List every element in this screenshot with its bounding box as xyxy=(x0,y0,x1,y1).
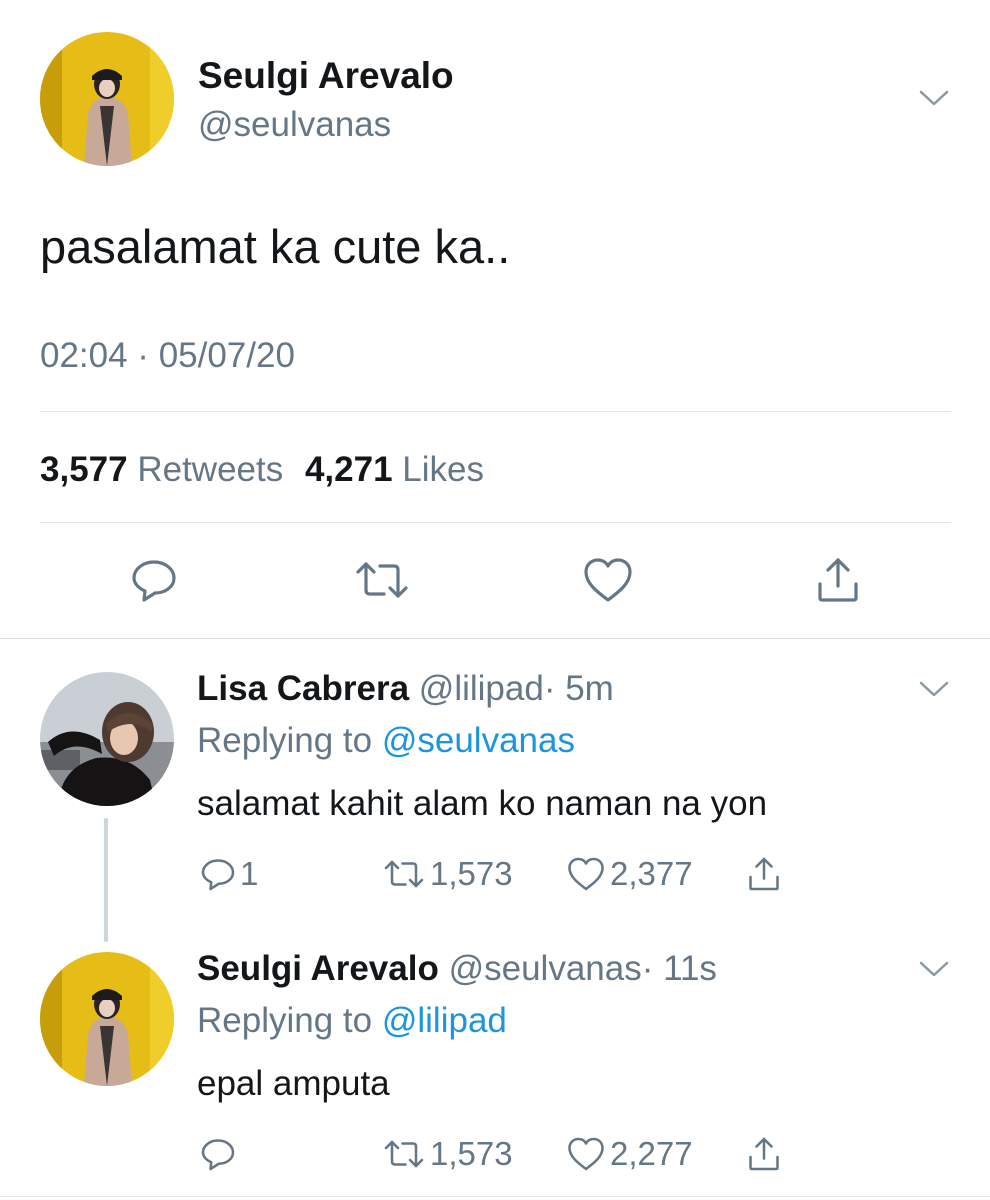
likes-stat[interactable]: 4,271 Likes xyxy=(305,450,484,489)
divider xyxy=(40,522,951,523)
like-button[interactable]: 2,277 xyxy=(566,1130,693,1178)
share-button[interactable] xyxy=(808,550,868,610)
thread-connector xyxy=(104,818,108,942)
share-button[interactable] xyxy=(746,1130,782,1178)
reply-button[interactable] xyxy=(124,550,184,610)
retweet-button[interactable]: 1,573 xyxy=(382,1130,513,1178)
like-icon xyxy=(568,1137,604,1171)
tweet-stats: 3,577 Retweets 4,271 Likes xyxy=(40,448,484,492)
reply-text: salamat kahit alam ko naman na yon xyxy=(197,784,768,823)
bottom-divider xyxy=(0,1196,990,1197)
retweet-icon xyxy=(384,1140,424,1168)
reply-header: Lisa Cabrera @lilipad· 5m xyxy=(197,668,614,710)
retweet-icon xyxy=(356,562,408,598)
reply-age[interactable]: · 5m xyxy=(544,669,614,708)
like-label: Likes xyxy=(402,450,485,489)
like-icon xyxy=(584,558,632,602)
divider xyxy=(40,411,951,412)
avatar-photo-seulgi xyxy=(40,32,174,166)
reply-count: 1 xyxy=(240,855,259,892)
retweet-count: 1,573 xyxy=(430,1135,513,1172)
reply-button[interactable] xyxy=(200,1130,240,1178)
retweets-stat[interactable]: 3,577 Retweets xyxy=(40,450,283,489)
retweet-button[interactable] xyxy=(352,550,412,610)
avatar[interactable] xyxy=(40,952,174,1086)
reply-author-handle[interactable]: @lilipad xyxy=(419,669,544,708)
retweet-icon xyxy=(384,860,424,888)
retweet-button[interactable]: 1,573 xyxy=(382,850,513,898)
replying-to: Replying to @seulvanas xyxy=(197,720,575,762)
replying-prefix: Replying to xyxy=(197,1001,373,1040)
reply-age[interactable]: · 11s xyxy=(642,949,717,988)
section-divider xyxy=(0,638,990,639)
like-count: 4,271 xyxy=(304,450,393,489)
chevron-down-icon[interactable] xyxy=(918,679,950,699)
retweet-count: 1,573 xyxy=(430,855,513,892)
avatar-photo-lisa xyxy=(40,672,174,806)
reply-author-name[interactable]: Seulgi Arevalo xyxy=(197,949,439,988)
reply-icon xyxy=(132,560,176,602)
tweet-timestamp[interactable]: 02:04 · 05/07/20 xyxy=(40,334,295,378)
chevron-down-icon[interactable] xyxy=(918,88,950,108)
reply-header: Seulgi Arevalo @seulvanas· 11s xyxy=(197,948,717,990)
avatar[interactable] xyxy=(40,672,174,806)
reply-button[interactable]: 1 xyxy=(200,850,258,898)
like-count: 2,377 xyxy=(610,855,693,892)
replying-prefix: Replying to xyxy=(197,721,373,760)
share-icon xyxy=(749,857,779,891)
retweet-count: 3,577 xyxy=(40,450,128,489)
share-button[interactable] xyxy=(746,850,782,898)
replying-to-link[interactable]: @seulvanas xyxy=(382,721,575,760)
author-name[interactable]: Seulgi Arevalo xyxy=(198,54,454,98)
replying-to: Replying to @lilipad xyxy=(197,1000,507,1042)
reply-author-name[interactable]: Lisa Cabrera xyxy=(197,669,409,708)
reply-author-handle[interactable]: @seulvanas xyxy=(449,949,642,988)
like-button[interactable] xyxy=(578,550,638,610)
like-button[interactable]: 2,377 xyxy=(566,850,693,898)
author-handle[interactable]: @seulvanas xyxy=(198,104,391,146)
chevron-down-icon[interactable] xyxy=(918,959,950,979)
like-icon xyxy=(568,857,604,891)
reply-icon xyxy=(201,1139,235,1171)
avatar-photo-seulgi xyxy=(40,952,174,1086)
share-icon xyxy=(749,1137,779,1171)
like-count: 2,277 xyxy=(610,1135,693,1172)
avatar[interactable] xyxy=(40,32,174,166)
reply-text: epal amputa xyxy=(197,1064,390,1103)
reply-icon xyxy=(201,859,235,891)
share-icon xyxy=(818,558,858,602)
retweet-label: Retweets xyxy=(137,450,284,489)
tweet-text: pasalamat ka cute ka.. xyxy=(40,220,511,273)
replying-to-link[interactable]: @lilipad xyxy=(382,1001,507,1040)
